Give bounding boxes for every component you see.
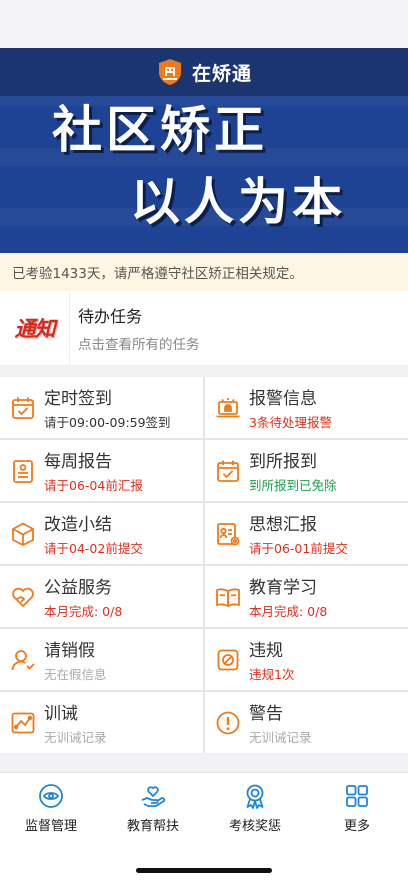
grid-item-sub: 请于06-04前汇报 xyxy=(44,478,143,493)
warning-icon xyxy=(215,710,241,736)
grid-item-warning[interactable]: 警告 无训诫记录 xyxy=(205,692,408,753)
notice-badge: 通知 xyxy=(0,291,70,365)
hand-heart-icon xyxy=(10,584,36,610)
app-title: 在矫通 xyxy=(191,62,252,85)
grid-item-sub: 无训诫记录 xyxy=(44,730,107,745)
function-grid: 定时签到请于09:00-09:59签到 报警信息 3条待处理报警 每周报告请于06… xyxy=(0,377,408,753)
grid-item-sub: 请于04-02前提交 xyxy=(44,541,143,556)
status-bar xyxy=(0,0,408,48)
grid-item-sub: 本月完成: 0/8 xyxy=(249,604,328,619)
grid-item-title: 定时签到 xyxy=(44,389,112,409)
grid-item-weekly-report[interactable]: 每周报告请于06-04前汇报 xyxy=(0,440,203,501)
grid-item-title: 到所报到 xyxy=(249,452,317,472)
grid-item-title: 报警信息 xyxy=(249,389,317,409)
home-area xyxy=(0,844,408,883)
notice-badge-text: 通知 xyxy=(14,317,56,341)
trend-icon xyxy=(10,710,36,736)
grid-item-sub: 无训诫记录 xyxy=(249,730,312,745)
violation-icon xyxy=(215,647,241,673)
banner-line-1: 社区矫正 xyxy=(52,101,268,159)
grid-item-education-study[interactable]: 教育学习本月完成: 0/8 xyxy=(205,566,408,627)
cube-icon xyxy=(10,521,36,547)
tab-assessment[interactable]: 考核奖惩 xyxy=(204,773,306,844)
report-icon xyxy=(10,458,36,484)
grid-item-sub: 请于09:00-09:59签到 xyxy=(44,415,171,430)
grid-item-sub: 无在假信息 xyxy=(44,667,107,682)
home-indicator[interactable] xyxy=(136,868,272,873)
book-icon xyxy=(215,584,241,610)
todo-task-card[interactable]: 通知 待办任务 点击查看所有的任务 xyxy=(0,291,408,365)
notice-bar: 已考验1433天，请严格遵守社区矫正相关规定。 xyxy=(0,253,408,291)
hand-heart-icon xyxy=(141,786,166,807)
calendar-check-icon xyxy=(215,458,241,484)
grid-item-leave-request[interactable]: 请销假 无在假信息 xyxy=(0,629,203,690)
grid-item-sub: 本月完成: 0/8 xyxy=(44,604,123,619)
tab-more[interactable]: 更多 xyxy=(306,773,408,844)
grid-item-title: 违规 xyxy=(249,641,283,661)
grid-item-title: 改造小结 xyxy=(44,515,112,535)
grid-item-sub: 到所报到已免除 xyxy=(249,478,337,493)
grid-item-title: 每周报告 xyxy=(44,452,112,472)
grid-item-public-service[interactable]: 公益服务本月完成: 0/8 xyxy=(0,566,203,627)
grid-item-title: 教育学习 xyxy=(249,578,317,598)
tab-label: 监督管理 xyxy=(24,819,77,834)
grid-item-sub: 请于06-01前提交 xyxy=(249,541,348,556)
bottom-tab-bar: 监督管理 教育帮扶 考核奖惩 更多 xyxy=(0,772,408,844)
grid-item-violation[interactable]: 违规违规1次 xyxy=(205,629,408,690)
grid-item-thought-report[interactable]: 思想汇报请于06-01前提交 xyxy=(205,503,408,564)
grid-item-sub: 违规1次 xyxy=(249,667,295,682)
grid-item-title: 警告 xyxy=(249,704,283,724)
tab-label: 考核奖惩 xyxy=(228,819,281,834)
grid-item-title: 训诫 xyxy=(44,704,78,724)
app-logo-icon xyxy=(158,59,181,85)
grid-item-admonition[interactable]: 训诫 无训诫记录 xyxy=(0,692,203,753)
user-leave-icon xyxy=(10,647,36,673)
grid-item-title: 公益服务 xyxy=(44,578,112,598)
calendar-check-icon xyxy=(10,395,36,421)
tab-supervision[interactable]: 监督管理 xyxy=(0,773,102,844)
tab-label: 教育帮扶 xyxy=(126,819,179,834)
grid-item-sub: 3条待处理报警 xyxy=(249,415,332,430)
title-bar: 在矫通 xyxy=(0,48,408,96)
grid-item-alarm-info[interactable]: 报警信息 3条待处理报警 xyxy=(205,377,408,438)
eye-icon xyxy=(39,784,63,808)
grid-item-reform-summary[interactable]: 改造小结请于04-02前提交 xyxy=(0,503,203,564)
grid-item-title: 请销假 xyxy=(44,641,95,661)
tab-education-help[interactable]: 教育帮扶 xyxy=(102,773,204,844)
grid-item-scheduled-checkin[interactable]: 定时签到请于09:00-09:59签到 xyxy=(0,377,203,438)
todo-task-subtitle: 点击查看所有的任务 xyxy=(78,337,200,353)
thought-report-icon xyxy=(215,521,241,547)
todo-task-title: 待办任务 xyxy=(78,307,143,326)
alarm-laptop-icon xyxy=(215,395,241,421)
award-icon xyxy=(246,784,264,809)
grid-item-title: 思想汇报 xyxy=(249,515,317,535)
grid-icon xyxy=(346,785,368,807)
tab-label: 更多 xyxy=(343,819,370,834)
banner-line-2: 以人为本 xyxy=(130,173,346,231)
grid-item-report-in-person[interactable]: 到所报到到所报到已免除 xyxy=(205,440,408,501)
